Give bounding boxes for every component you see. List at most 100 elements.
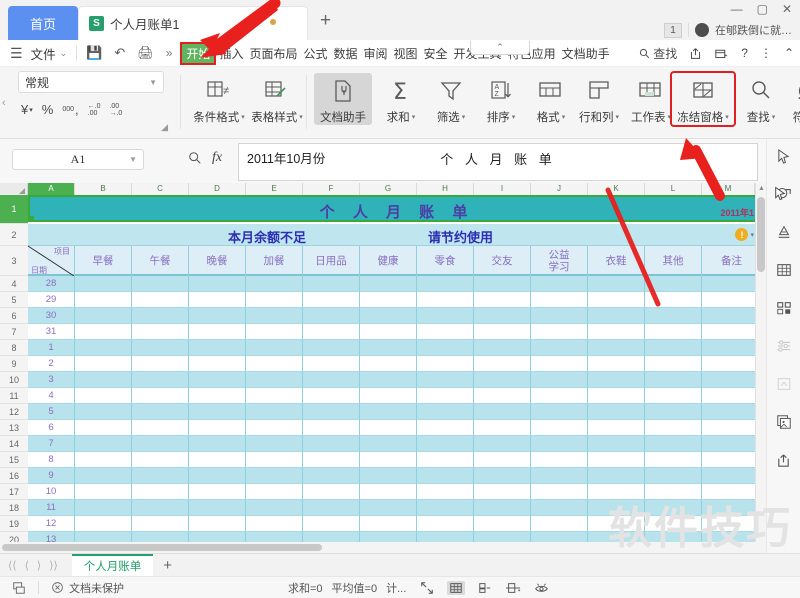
date-cell[interactable]: 7: [28, 436, 75, 452]
header-cell-daily-goods[interactable]: 日用品: [303, 246, 360, 276]
cell[interactable]: [702, 436, 762, 452]
cell[interactable]: [588, 436, 645, 452]
cell[interactable]: [189, 468, 246, 484]
row-header-10[interactable]: 10: [0, 372, 28, 388]
cell[interactable]: [474, 500, 531, 516]
cell[interactable]: [75, 420, 132, 436]
cell[interactable]: [303, 484, 360, 500]
row-header-19[interactable]: 19: [0, 516, 28, 532]
eye-icon[interactable]: [534, 581, 549, 595]
date-cell[interactable]: 11: [28, 500, 75, 516]
cell[interactable]: [588, 324, 645, 340]
cell[interactable]: [360, 404, 417, 420]
cell[interactable]: [75, 468, 132, 484]
cell[interactable]: [645, 420, 702, 436]
new-tab-button[interactable]: +: [320, 10, 331, 32]
row-header-12[interactable]: 12: [0, 404, 28, 420]
cell[interactable]: [189, 372, 246, 388]
share-rail-icon[interactable]: [773, 449, 795, 471]
cell[interactable]: [246, 388, 303, 404]
column-header-A[interactable]: A: [28, 183, 75, 195]
cell[interactable]: [417, 276, 474, 292]
cell[interactable]: [588, 404, 645, 420]
number-format-select[interactable]: 常规 ▼: [18, 71, 164, 93]
cell[interactable]: [246, 484, 303, 500]
column-header-J[interactable]: J: [531, 183, 588, 195]
date-cell[interactable]: 28: [28, 276, 75, 292]
cell[interactable]: [645, 276, 702, 292]
freeze-panes-button[interactable]: 冻结窗格 ▾: [670, 71, 736, 127]
cell[interactable]: [303, 452, 360, 468]
cell[interactable]: [417, 500, 474, 516]
ribbon-tab-insert[interactable]: 插入: [216, 43, 246, 64]
find-button[interactable]: 查找: [639, 45, 677, 62]
selection-fill-handle[interactable]: [29, 216, 34, 221]
scroll-up-icon[interactable]: ▲: [758, 185, 765, 192]
row-header-11[interactable]: 11: [0, 388, 28, 404]
header-cell-health[interactable]: 健康: [360, 246, 417, 276]
row-header-13[interactable]: 13: [0, 420, 28, 436]
table-row[interactable]: 5: [28, 404, 762, 420]
cell[interactable]: [474, 388, 531, 404]
cell[interactable]: [132, 484, 189, 500]
cell[interactable]: [75, 404, 132, 420]
cell[interactable]: [702, 388, 762, 404]
cell[interactable]: [531, 276, 588, 292]
date-cell[interactable]: 1: [28, 340, 75, 356]
cell[interactable]: [531, 500, 588, 516]
cell[interactable]: [702, 324, 762, 340]
select-all-corner[interactable]: [0, 183, 28, 195]
cell[interactable]: [132, 436, 189, 452]
cell[interactable]: [132, 388, 189, 404]
cell[interactable]: [246, 276, 303, 292]
print-icon[interactable]: 🖨: [137, 45, 154, 61]
header-cell-breakfast[interactable]: 早餐: [75, 246, 132, 276]
row-header-9[interactable]: 9: [0, 356, 28, 372]
cell[interactable]: [474, 452, 531, 468]
date-cell[interactable]: 2: [28, 356, 75, 372]
cell[interactable]: [474, 404, 531, 420]
cell[interactable]: [360, 340, 417, 356]
ribbon-tab-start[interactable]: 开始: [180, 41, 217, 65]
cell[interactable]: [417, 340, 474, 356]
cell[interactable]: [531, 404, 588, 420]
cell[interactable]: [588, 276, 645, 292]
row-header-3[interactable]: 3: [0, 246, 28, 276]
table-row[interactable]: 29: [28, 292, 762, 308]
collaborate-icon[interactable]: [714, 47, 729, 60]
cell[interactable]: [417, 404, 474, 420]
cell[interactable]: [303, 308, 360, 324]
cell[interactable]: [474, 356, 531, 372]
cell[interactable]: [132, 500, 189, 516]
hamburger-icon[interactable]: ☰: [10, 45, 23, 62]
cell[interactable]: [360, 308, 417, 324]
cell[interactable]: [132, 292, 189, 308]
adjust-icon[interactable]: [773, 335, 795, 357]
cell[interactable]: [132, 340, 189, 356]
cell[interactable]: [588, 340, 645, 356]
cell[interactable]: [702, 452, 762, 468]
cell[interactable]: [417, 436, 474, 452]
table-row[interactable]: 31: [28, 324, 762, 340]
cell[interactable]: [417, 484, 474, 500]
chevron-down-icon[interactable]: ⌄: [60, 48, 68, 59]
cell[interactable]: [303, 388, 360, 404]
ribbon-tab-page-layout[interactable]: 页面布局: [246, 43, 300, 64]
date-cell[interactable]: 29: [28, 292, 75, 308]
row-header-6[interactable]: 6: [0, 308, 28, 324]
cell[interactable]: [588, 372, 645, 388]
date-cell[interactable]: 10: [28, 484, 75, 500]
cell[interactable]: [531, 468, 588, 484]
cell[interactable]: [417, 372, 474, 388]
maximize-icon[interactable]: ▢: [757, 2, 768, 16]
symbol-button[interactable]: Ω 符号▾: [778, 73, 800, 125]
cell[interactable]: [303, 436, 360, 452]
cell[interactable]: [531, 340, 588, 356]
header-cell-clothing[interactable]: 衣鞋: [588, 246, 645, 276]
add-sheet-button[interactable]: +: [163, 557, 172, 574]
column-header-M[interactable]: M: [702, 183, 755, 195]
percent-format-button[interactable]: %: [39, 100, 57, 119]
cell[interactable]: [702, 404, 762, 420]
page-layout-icon[interactable]: [478, 581, 492, 595]
cell[interactable]: [360, 436, 417, 452]
